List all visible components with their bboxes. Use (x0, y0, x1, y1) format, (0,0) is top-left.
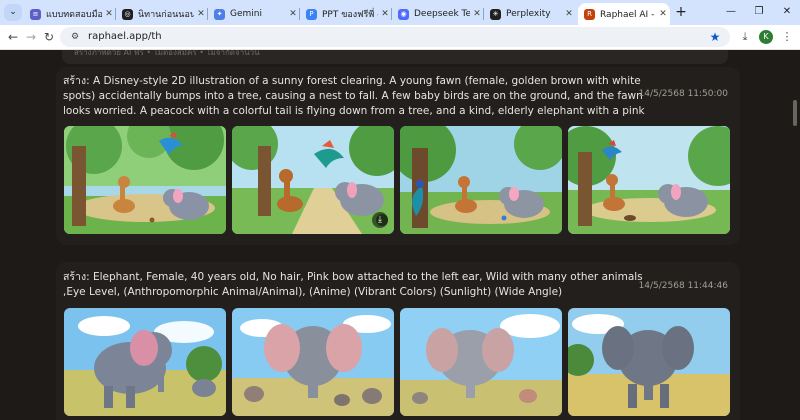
scrollbar-thumb[interactable] (793, 100, 797, 126)
prompt-text: สร้าง: A Disney-style 2D illustration of… (63, 75, 645, 117)
close-icon[interactable]: ✕ (286, 9, 300, 19)
close-icon[interactable]: ✕ (102, 9, 116, 19)
chevron-down-icon[interactable]: ⌄ (4, 4, 22, 21)
generation-card: สร้าง: A Disney-style 2D illustration of… (56, 67, 740, 245)
favicon-icon: ✦ (214, 8, 225, 20)
favicon-icon: ≡ (30, 8, 41, 20)
tab-title: Deepseek Techno (414, 9, 470, 19)
generation-card: สร้าง: Elephant, Female, 40 years old, N… (56, 262, 740, 420)
close-icon[interactable]: ✕ (194, 9, 208, 19)
tab-title: Perplexity (506, 9, 551, 19)
close-icon[interactable]: ✕ (470, 9, 484, 19)
previous-card-bottom: สร้างภาพด้วย AI ฟรี • ไม่ต้องสมัคร • ไม่… (62, 50, 728, 64)
tab-1[interactable]: ◎ นิทานก่อนนอนของเด็ก ✕ (116, 3, 208, 25)
close-window-icon[interactable]: ✕ (774, 3, 800, 21)
address-bar[interactable]: ⚙ raphael.app/th ★ (60, 27, 730, 47)
tab-title: Gemini (230, 9, 262, 19)
download-icon[interactable]: ⤓ (736, 28, 754, 46)
star-icon[interactable]: ★ (706, 28, 724, 46)
close-icon[interactable]: ✕ (562, 9, 576, 19)
favicon-icon: ✳ (490, 8, 501, 20)
tab-title: Raphael AI - เครื่อง (600, 10, 656, 20)
close-icon[interactable]: ✕ (378, 9, 392, 19)
generated-image[interactable] (568, 126, 730, 234)
tab-2[interactable]: ✦ Gemini ✕ (208, 3, 300, 25)
page-content: สร้างภาพด้วย AI ฟรี • ไม่ต้องสมัคร • ไม่… (0, 50, 800, 420)
favicon-icon: ◎ (122, 8, 133, 20)
minimize-icon[interactable]: — (718, 3, 744, 21)
tab-6-active[interactable]: R Raphael AI - เครื่อง ✕ (578, 3, 670, 25)
tab-3[interactable]: P PPT ของฟรีพี่ - แปล ✕ (300, 3, 392, 25)
image-grid: ⤓ (64, 126, 730, 234)
generated-image[interactable] (400, 308, 562, 416)
favicon-icon: P (306, 8, 317, 20)
tab-0[interactable]: ≡ แบบทดสอบมืออาชีพ ✕ (24, 3, 116, 25)
url-text[interactable]: raphael.app/th (88, 27, 162, 47)
generated-image[interactable] (64, 126, 226, 234)
timestamp: 14/5/2568 11:50:00 (638, 89, 728, 99)
timestamp: 14/5/2568 11:44:46 (638, 281, 728, 291)
generated-image[interactable] (64, 308, 226, 416)
restore-icon[interactable]: ❐ (746, 3, 772, 21)
scrollbar[interactable] (790, 50, 800, 420)
download-icon[interactable]: ⤓ (372, 212, 388, 228)
generated-image[interactable]: ⤓ (232, 126, 394, 234)
generated-image[interactable] (232, 308, 394, 416)
tab-title: แบบทดสอบมืออาชีพ (46, 10, 102, 20)
tab-title: PPT ของฟรีพี่ - แปล (322, 10, 378, 20)
kebab-menu-icon[interactable]: ⋮ (778, 28, 796, 46)
avatar[interactable]: K (759, 30, 773, 44)
arrow-right-icon[interactable]: → (22, 28, 40, 46)
tune-icon[interactable]: ⚙ (69, 31, 81, 43)
reload-icon[interactable]: ↻ (40, 28, 58, 46)
prompt-text: สร้าง: Elephant, Female, 40 years old, N… (63, 271, 643, 298)
plus-icon[interactable]: + (672, 4, 690, 21)
favicon-icon: R (584, 8, 595, 20)
tab-title: นิทานก่อนนอนของเด็ก (138, 10, 194, 20)
top-strip-text: สร้างภาพด้วย AI ฟรี • ไม่ต้องสมัคร • ไม่… (74, 50, 260, 57)
arrow-left-icon[interactable]: ← (4, 28, 22, 46)
tab-4[interactable]: ◉ Deepseek Techno ✕ (392, 3, 484, 25)
image-grid (64, 308, 730, 416)
favicon-icon: ◉ (398, 8, 409, 20)
browser-toolbar: ← → ↻ ⚙ raphael.app/th ★ ⤓ K ⋮ (0, 25, 800, 50)
generated-image[interactable] (568, 308, 730, 416)
tab-strip: ⌄ ≡ แบบทดสอบมืออาชีพ ✕ ◎ นิทานก่อนนอนของ… (0, 0, 800, 25)
generated-image[interactable] (400, 126, 562, 234)
tab-5[interactable]: ✳ Perplexity ✕ (484, 3, 576, 25)
close-icon[interactable]: ✕ (656, 9, 670, 19)
